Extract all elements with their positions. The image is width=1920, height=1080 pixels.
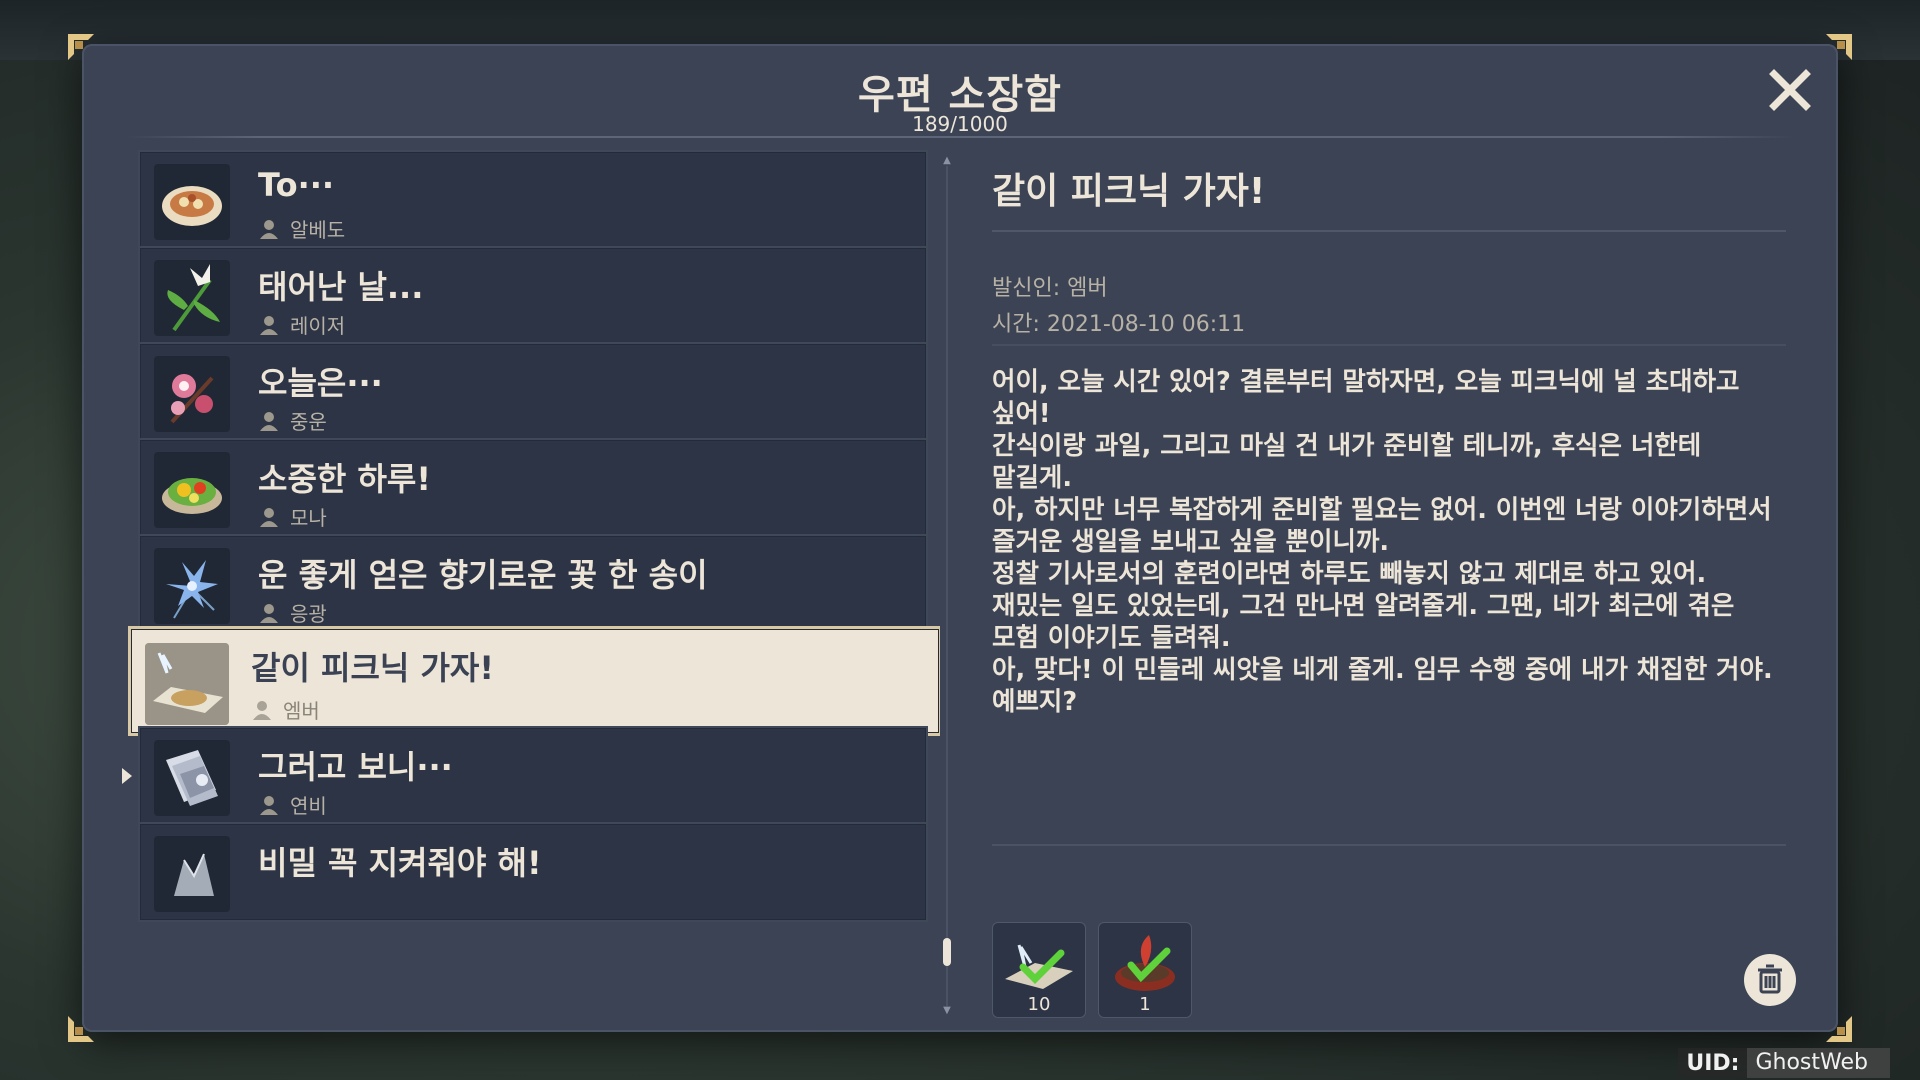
scroll-up-chevron-icon[interactable]: ▲ (942, 156, 952, 166)
mailbox-window: 우편 소장함 189/1000 To··· 알베도 태어난 날... 레이저 오… (68, 34, 1852, 1042)
attachment-quantity: 1 (1139, 994, 1151, 1015)
paper-stack-icon (154, 740, 230, 816)
mail-sender: 모나 (258, 502, 327, 531)
mail-subject: 소중한 하루! (258, 460, 431, 498)
mail-sender-name: 중운 (290, 410, 327, 434)
mail-sender-name: 모나 (290, 506, 327, 530)
mail-sender-name: 연비 (290, 794, 327, 818)
lily-flower-icon (154, 260, 230, 336)
mail-item[interactable]: 태어난 날... 레이저 (138, 246, 928, 346)
mail-subject: 같이 피크닉 가자! (251, 649, 494, 687)
corner-ornament-icon (1824, 32, 1854, 62)
crystal-icon (154, 836, 230, 912)
uid-badge: UID: GhostWeb (1678, 1048, 1890, 1078)
person-icon (258, 410, 280, 432)
mail-item[interactable]: 그러고 보니··· 연비 (138, 726, 928, 826)
mail-sender-name: 레이저 (290, 314, 346, 338)
detail-time: 시간: 2021-08-10 06:11 (992, 312, 1246, 337)
mail-count: 189/1000 (912, 112, 1008, 136)
mail-subject: 그러고 보니··· (258, 748, 453, 786)
scrollbar-track (946, 166, 948, 1006)
attachment-quantity: 10 (1027, 994, 1051, 1015)
mail-item[interactable]: 비밀 꼭 지켜줘야 해! (138, 822, 928, 922)
close-x-icon[interactable] (1766, 66, 1814, 114)
attachment-item[interactable]: 1 (1098, 922, 1192, 1018)
mail-sender: 응광 (258, 598, 327, 627)
corner-ornament-icon (1824, 1014, 1854, 1044)
detail-sender: 발신인: 엠버 (992, 276, 1108, 301)
detail-subject: 같이 피크닉 가자! (992, 171, 1266, 212)
detail-divider (992, 230, 1786, 232)
scrollbar-thumb[interactable] (943, 938, 951, 966)
mail-sender: 레이저 (258, 310, 345, 339)
mail-sender-name: 알베도 (290, 218, 346, 242)
food-plate-icon (154, 164, 230, 240)
recipe-scroll-icon (999, 927, 1079, 997)
mail-sender-name: 응광 (290, 602, 327, 626)
header-divider (126, 136, 1794, 138)
dough-tray-icon (145, 643, 229, 725)
mail-subject: 오늘은··· (258, 364, 383, 402)
mail-sender-name: 엠버 (283, 699, 320, 723)
corner-ornament-icon (66, 32, 96, 62)
mail-item[interactable]: 소중한 하루! 모나 (138, 438, 928, 538)
blue-glaze-lily-icon (154, 548, 230, 624)
uid-label: UID: (1686, 1050, 1740, 1076)
person-icon (251, 699, 273, 721)
mail-sender: 중운 (258, 406, 327, 435)
pink-flower-branch-icon (154, 356, 230, 432)
attachments-divider (992, 844, 1786, 846)
mail-item[interactable]: 오늘은··· 중운 (138, 342, 928, 442)
attachment-item[interactable]: 10 (992, 922, 1086, 1018)
person-icon (258, 602, 280, 624)
mail-sender: 알베도 (258, 214, 345, 243)
selection-arrow-icon (120, 766, 134, 786)
mail-list: To··· 알베도 태어난 날... 레이저 오늘은··· 중운 소중한 하루!… (120, 150, 940, 1010)
corner-ornament-icon (66, 1014, 96, 1044)
mail-subject: 비밀 꼭 지켜줘야 해! (258, 844, 542, 882)
mail-list-scrollbar[interactable]: ▲ ▼ (942, 156, 952, 1016)
mail-subject: 운 좋게 얻은 향기로운 꽃 한 송이 (258, 556, 708, 594)
mail-item[interactable]: 운 좋게 얻은 향기로운 꽃 한 송이 응광 (138, 534, 928, 634)
scroll-down-chevron-icon[interactable]: ▼ (942, 1006, 952, 1016)
mail-sender: 연비 (258, 790, 327, 819)
mail-item[interactable]: To··· 알베도 (138, 150, 928, 250)
mail-item-selected[interactable]: 같이 피크닉 가자! 엠버 (128, 626, 940, 736)
detail-divider (992, 344, 1786, 346)
seed-pot-icon (1105, 927, 1185, 997)
mail-sender: 엠버 (251, 695, 320, 724)
salad-plate-icon (154, 452, 230, 528)
person-icon (258, 314, 280, 336)
uid-value: GhostWeb (1747, 1048, 1890, 1078)
person-icon (258, 794, 280, 816)
trash-icon[interactable] (1744, 954, 1796, 1006)
mail-subject: To··· (258, 166, 335, 204)
person-icon (258, 506, 280, 528)
mail-subject: 태어난 날... (258, 268, 424, 306)
person-icon (258, 218, 280, 240)
mail-detail-panel: 같이 피크닉 가자! 발신인: 엠버 시간: 2021-08-10 06:11 … (992, 144, 1796, 1018)
detail-body: 어이, 오늘 시간 있어? 결론부터 말하자면, 오늘 피크닉에 널 초대하고 … (992, 367, 1773, 717)
